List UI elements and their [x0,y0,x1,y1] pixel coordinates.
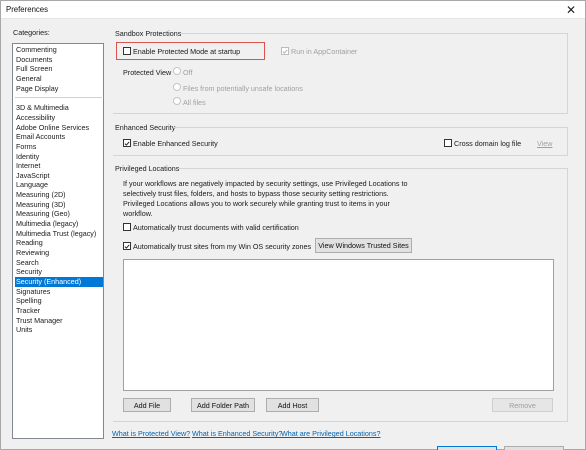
category-item[interactable]: Measuring (3D) [15,200,103,210]
run-in-appcontainer-checkbox[interactable] [281,47,289,55]
cross-domain-label: Cross domain log file [454,139,522,148]
categories-label: Categories: [13,28,50,37]
title-bar: Preferences ✕ [1,1,585,19]
category-item[interactable]: Page Display [15,84,103,94]
category-item[interactable]: Documents [15,55,103,65]
sandbox-protections-title: Sandbox Protections [115,29,182,38]
category-item[interactable]: Measuring (Geo) [15,209,103,219]
close-button[interactable]: ✕ [557,1,585,18]
trust-certified-label: Automatically trust documents with valid… [133,223,299,232]
enhanced-border-right [567,127,568,155]
enhanced-security-title: Enhanced Security [115,123,176,132]
category-item[interactable]: Signatures [15,287,103,297]
privileged-border-bottom [113,421,568,422]
what-is-protected-view-link[interactable]: What is Protected View? [112,429,190,438]
trust-win-os-label: Automatically trust sites from my Win OS… [133,242,312,251]
add-file-button[interactable]: Add File [123,398,171,412]
privileged-divider [179,168,567,169]
category-item[interactable]: Email Accounts [15,132,103,142]
privileged-locations-title: Privileged Locations [115,164,180,173]
categories-list[interactable]: Commenting Documents Full Screen General Pag… [12,43,104,439]
pv-unsafe-radio[interactable] [173,83,181,91]
what-is-enhanced-security-link[interactable]: What is Enhanced Security? [192,429,282,438]
privileged-info-text: If your workflows are negatively impacte… [123,179,413,219]
category-item[interactable]: Language [15,180,103,190]
category-item[interactable]: JavaScript [15,171,103,181]
trust-certified-checkbox[interactable] [123,223,131,231]
category-item[interactable]: Forms [15,142,103,152]
category-item[interactable]: General [15,74,103,84]
view-trusted-sites-button[interactable]: View Windows Trusted Sites [315,238,412,253]
pv-off-label: Off [183,68,193,77]
category-item[interactable]: Accessibility [15,113,103,123]
pv-unsafe-label: Files from potentially unsafe locations [183,84,303,93]
preferences-window: Preferences ✕ Categories: Commenting Docu… [0,0,586,450]
privileged-locations-list[interactable] [123,259,554,391]
category-item[interactable]: Reviewing [15,248,103,258]
category-item[interactable]: 3D & Multimedia [15,103,103,113]
pv-off-radio[interactable] [173,67,181,75]
category-separator [15,97,102,99]
protected-mode-label: Enable Protected Mode at startup [133,47,241,56]
category-item[interactable]: Security (Enhanced) [15,276,103,287]
category-item[interactable]: Measuring (2D) [15,190,103,200]
category-item[interactable]: Commenting [15,45,103,55]
category-item[interactable]: Internet [15,161,103,171]
ok-button[interactable] [437,446,497,450]
info-line: workflow. [123,209,153,218]
trust-win-os-checkbox[interactable] [123,242,131,250]
enhanced-security-checkbox[interactable] [123,139,131,147]
protected-mode-checkbox[interactable] [123,47,131,55]
add-folder-path-button[interactable]: Add Folder Path [191,398,255,412]
category-item[interactable]: Spelling [15,296,103,306]
category-item[interactable]: Trust Manager [15,316,103,326]
sandbox-divider [181,33,567,34]
enhanced-divider [173,127,567,128]
category-item[interactable]: Tracker [15,306,103,316]
category-item[interactable]: Search [15,258,103,268]
add-host-button[interactable]: Add Host [266,398,319,412]
check-icon [124,141,130,146]
what-are-privileged-locations-link[interactable]: What are Privileged Locations? [281,429,380,438]
cross-domain-checkbox[interactable] [444,139,452,147]
category-item[interactable]: Full Screen [15,64,103,74]
category-item[interactable]: Reading [15,238,103,248]
protected-view-label: Protected View [123,68,172,77]
category-item[interactable]: Multimedia Trust (legacy) [15,229,103,239]
category-item[interactable]: Security [15,267,103,277]
pv-all-label: All files [183,98,206,107]
category-item[interactable]: Adobe Online Services [15,123,103,133]
pv-all-radio[interactable] [173,97,181,105]
check-icon [282,49,288,54]
sandbox-border-right [567,33,568,113]
run-in-appcontainer-label: Run in AppContainer [291,47,358,56]
privileged-border-right [567,168,568,421]
view-log-link[interactable]: View [537,139,552,148]
category-item[interactable]: Multimedia (legacy) [15,219,103,229]
info-line: selectively trust files, folders, and ho… [123,189,389,198]
window-title: Preferences [6,5,49,14]
info-line: Privileged Locations allows you to work … [123,199,390,208]
category-item[interactable]: Identity [15,152,103,162]
enhanced-border-bottom [113,155,568,156]
category-item[interactable]: Units [15,325,103,335]
sandbox-border-bottom [113,113,568,114]
enhanced-security-label: Enable Enhanced Security [133,139,218,148]
remove-button[interactable]: Remove [492,398,553,412]
info-line: If your workflows are negatively impacte… [123,179,408,188]
check-icon [124,244,130,249]
cancel-button[interactable] [504,446,564,450]
